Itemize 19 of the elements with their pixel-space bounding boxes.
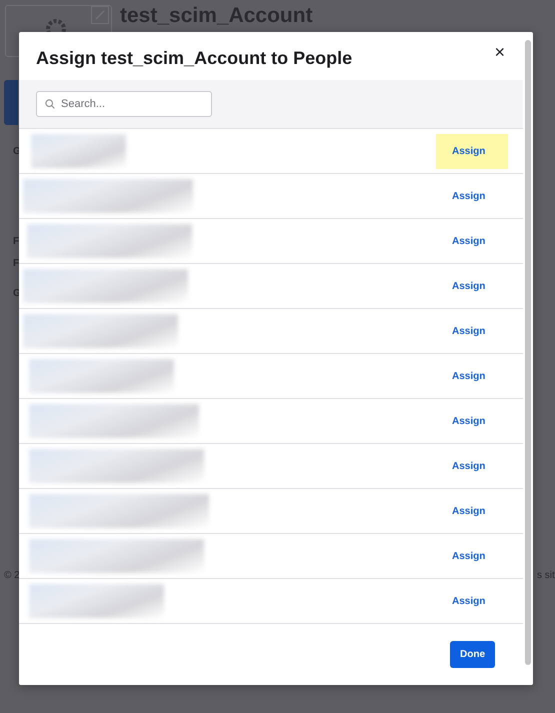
done-button[interactable]: Done (450, 641, 495, 668)
assign-button[interactable]: Assign (436, 224, 508, 258)
side-button[interactable] (4, 80, 18, 125)
assign-button[interactable]: Assign (436, 314, 508, 348)
assign-button[interactable]: Assign (436, 178, 508, 214)
assign-button[interactable]: Assign (436, 404, 508, 438)
assign-button[interactable]: Assign (436, 358, 508, 394)
assign-button[interactable]: Assign (436, 448, 508, 484)
assign-button[interactable]: Assign (436, 134, 508, 168)
assign-button[interactable]: Assign (436, 268, 508, 304)
search-field[interactable]: Search... (36, 91, 212, 117)
assign-button[interactable]: Assign (436, 494, 508, 528)
search-icon (45, 99, 55, 109)
gear-icon (46, 19, 66, 32)
close-button[interactable]: × (494, 42, 505, 62)
dialog-title: Assign test_scim_Account to People (36, 48, 352, 68)
assign-button[interactable]: Assign (436, 538, 508, 574)
assign-button[interactable]: Assign (436, 584, 508, 618)
scrollbar[interactable] (525, 40, 531, 665)
